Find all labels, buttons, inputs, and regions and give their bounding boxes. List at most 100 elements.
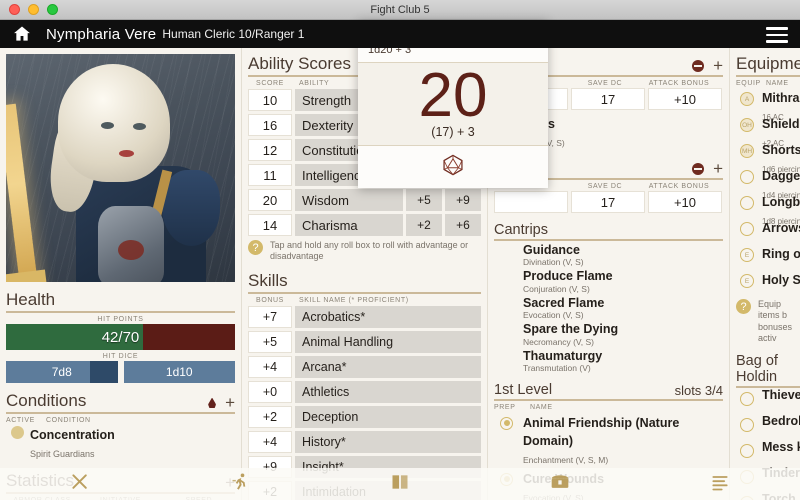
bottom-tab-bar[interactable] [0,468,800,500]
chest-icon[interactable] [550,473,570,496]
equipment-rows[interactable]: AMithral C16 ACOHShield+2 ACMHShortsw1d6… [736,89,800,296]
ability-score-value[interactable]: 14 [248,214,292,236]
crossed-swords-icon[interactable] [70,472,90,497]
skill-bonus[interactable]: +4 [248,355,292,378]
equip-slot-toggle[interactable] [740,170,754,184]
blood-drop-icon[interactable] [208,397,217,408]
save-dc-value[interactable]: 17 [571,191,645,213]
hit-dice-row[interactable]: 7d8 1d10 [6,361,235,383]
equip-slot-toggle[interactable] [740,222,754,236]
ability-score-value[interactable]: 11 [248,164,292,186]
spell-row[interactable]: Guidance Divination (V, S) [494,243,723,267]
spell-ability-value[interactable] [494,191,568,213]
spell-row[interactable]: Spare the Dying Necromancy (V, S) [494,322,723,346]
skill-row[interactable]: +2 Deception [248,405,481,428]
equipment-row[interactable]: Longbow1d8 piercing d [736,193,800,226]
skill-bonus[interactable]: +0 [248,380,292,403]
skill-bonus[interactable]: +2 [248,405,292,428]
home-icon[interactable] [12,24,32,44]
tab-equipment[interactable] [480,473,640,496]
ability-row[interactable]: 20 Wisdom +5 +9 [248,189,481,211]
skill-row[interactable]: +0 Athletics [248,380,481,403]
equip-slot-toggle[interactable]: A [740,92,754,106]
column-character[interactable]: Health HIT POINTS 42/70 HIT DICE 7d8 1d1… [0,48,241,500]
add-condition-button[interactable]: + [225,394,235,411]
health-heading: Health [6,290,56,309]
skill-row[interactable]: +5 Animal Handling [248,330,481,353]
equip-slot-toggle[interactable] [740,196,754,210]
d20-die-icon[interactable] [442,154,464,181]
bag-item-row[interactable]: Bedroll [736,414,800,440]
ability-modifier[interactable]: +2 [406,214,442,236]
ability-row[interactable]: 14 Charisma +2 +6 [248,214,481,236]
hit-die-cell[interactable]: 1d10 [123,361,235,383]
prepare-spell-toggle[interactable] [500,416,513,430]
column-equipment[interactable]: Equipment EQUIP NAME AMithral C16 ACOHSh… [729,48,800,500]
minus-circle-icon[interactable] [692,163,705,175]
tab-spells[interactable] [320,472,480,497]
equipment-row[interactable]: Dagger1d4 piercing d [736,167,800,200]
ability-score-value[interactable]: 10 [248,89,292,111]
skill-bonus[interactable]: +5 [248,330,292,353]
save-dc-value[interactable]: 17 [571,88,645,110]
attack-bonus-value[interactable]: +10 [648,88,722,110]
list-lines-icon[interactable] [710,472,730,497]
hamburger-menu-icon[interactable] [766,27,788,43]
hit-points-bar[interactable]: 42/70 [6,324,235,350]
open-book-icon[interactable] [390,472,410,497]
ability-save[interactable]: +6 [445,214,481,236]
equip-slot-toggle[interactable]: OH [740,118,754,132]
equip-slot-toggle[interactable] [740,418,754,432]
equip-slot-toggle[interactable]: E [740,274,754,288]
equipment-row[interactable]: E Ring of T [736,245,800,270]
equipment-row[interactable]: E Holy Sym [736,271,800,296]
equip-slot-toggle[interactable] [740,444,754,458]
spell-stats-row-2[interactable]: 17 +10 [494,191,723,213]
character-portrait[interactable] [6,54,235,282]
ability-score-value[interactable]: 20 [248,189,292,211]
bag-item-row[interactable]: Mess kit [736,440,800,466]
spell-school: Evocation (V, S) [523,310,584,321]
hit-die-cell[interactable]: 7d8 [6,361,118,383]
question-mark-icon[interactable]: ? [248,240,263,255]
equipment-row[interactable]: MHShortsw1d6 piercing d [736,141,800,174]
tab-combat[interactable] [0,472,160,497]
skill-row[interactable]: +4 History* [248,430,481,453]
skill-bonus[interactable]: +7 [248,305,292,328]
ability-modifier[interactable]: +5 [406,189,442,211]
equipment-row[interactable]: OH Shield +2 AC [736,115,800,148]
add-spell-button[interactable]: + [713,160,723,177]
ability-score-value[interactable]: 12 [248,139,292,161]
spell-name: Thaumaturgy [523,348,603,363]
spell-row[interactable]: Produce Flame Conjuration (V, S) [494,269,723,293]
spell-row[interactable]: Animal Friendship (Nature Domain) Enchant… [494,414,723,468]
spell-row[interactable]: Sacred Flame Evocation (V, S) [494,296,723,320]
equipment-row[interactable]: AMithral C16 AC [736,89,800,122]
tab-notes[interactable] [640,472,800,497]
spell-row[interactable]: Thaumaturgy Transmutation (V) [494,349,723,373]
spell-name: Produce Flame [523,269,613,284]
ability-save[interactable]: +9 [445,189,481,211]
condition-row[interactable]: Concentration Spirit Guardians [6,426,235,462]
question-mark-icon[interactable]: ? [736,299,751,314]
roll-popup-footer[interactable] [358,146,548,188]
item-name: Ring of T [762,247,800,261]
bag-item-row[interactable]: Thieves' [736,388,800,414]
ability-name: Wisdom [295,189,403,211]
attack-bonus-value[interactable]: +10 [648,191,722,213]
skill-row[interactable]: +7 Acrobatics* [248,305,481,328]
equip-slot-toggle[interactable]: E [740,248,754,262]
minus-circle-icon[interactable] [692,60,705,72]
skill-bonus[interactable]: +4 [248,430,292,453]
equip-slot-toggle[interactable] [740,392,754,406]
tab-actions[interactable] [160,472,320,497]
cantrip-rows[interactable]: Guidance Divination (V, S) Produce Flame Co… [494,243,723,373]
equipment-row[interactable]: Arrows [736,219,800,244]
skill-row[interactable]: +4 Arcana* [248,355,481,378]
app-navbar: Nympharia Vere Human Cleric 10/Ranger 1 [0,20,800,48]
running-person-icon[interactable] [230,472,250,497]
first-level-slots[interactable]: slots 3/4 [675,383,723,398]
add-spell-button[interactable]: + [713,57,723,74]
equip-slot-toggle[interactable]: MH [740,144,754,158]
ability-score-value[interactable]: 16 [248,114,292,136]
